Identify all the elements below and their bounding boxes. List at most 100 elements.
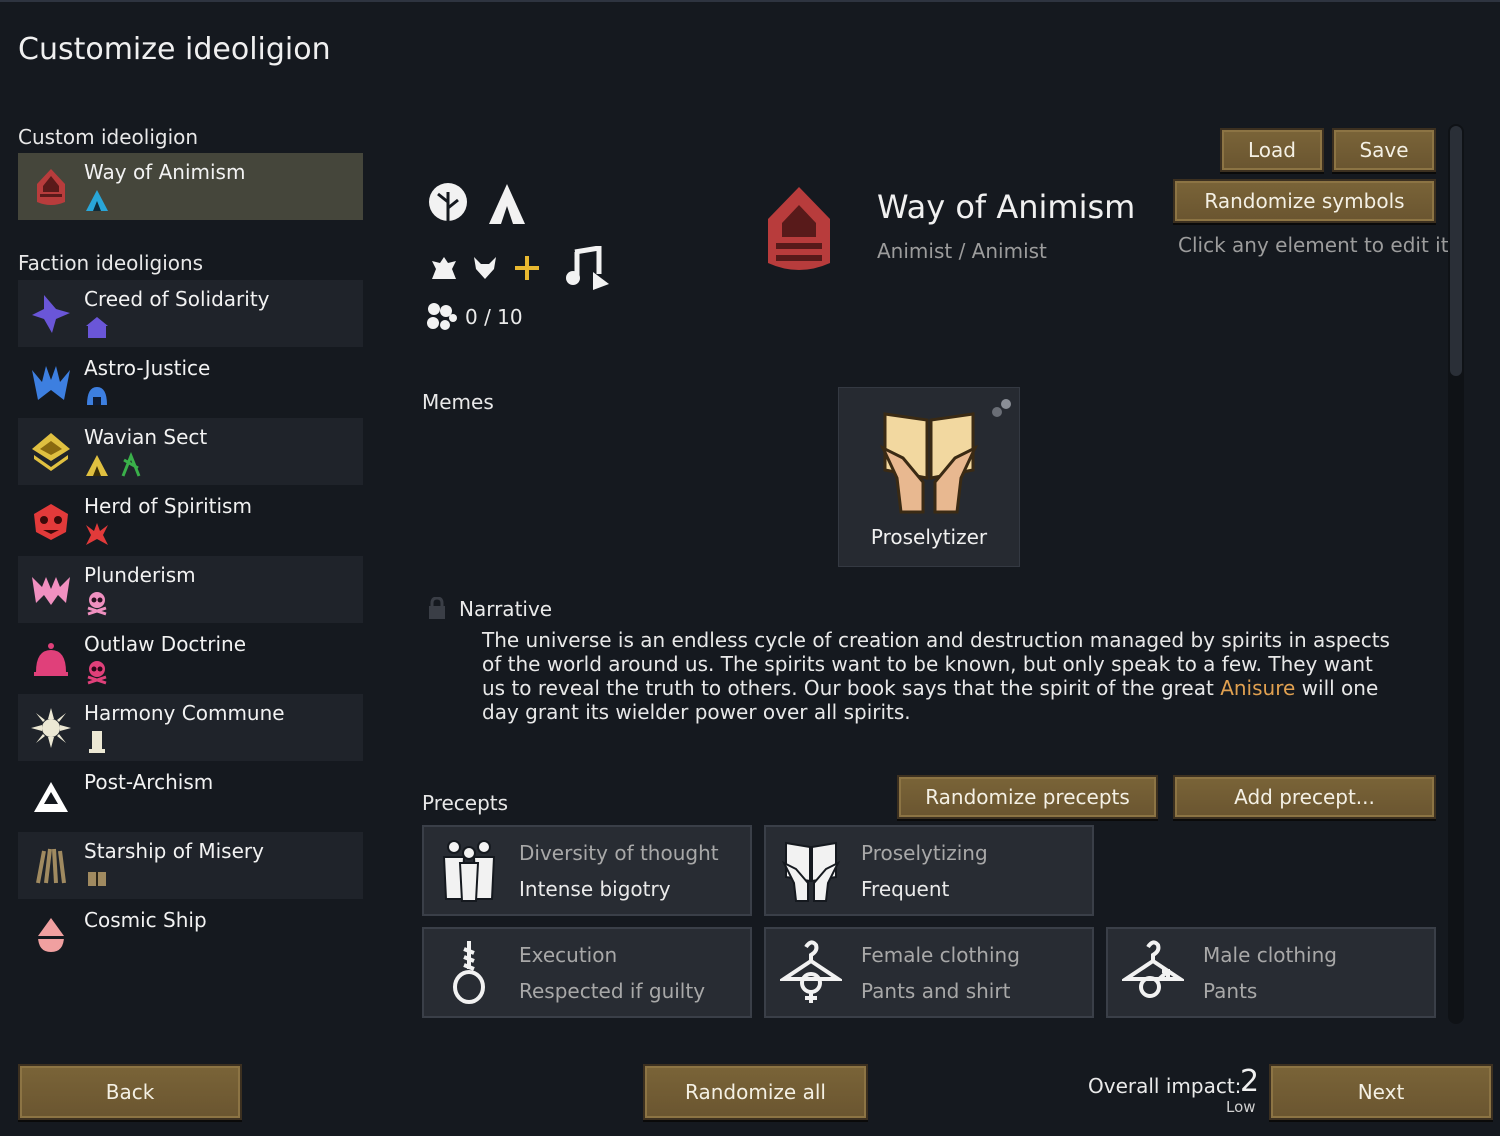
house-icon <box>86 317 108 338</box>
sidebar-item-label: Outlaw Doctrine <box>84 632 247 656</box>
precept-value: Pants and shirt <box>861 979 1011 1003</box>
star-burst-icon <box>32 295 70 333</box>
top-border <box>0 0 1500 2</box>
pillar-icon <box>89 731 105 753</box>
edit-hint: Click any element to edit it <box>1178 233 1449 257</box>
custom-ideoligion-label: Custom ideoligion <box>18 125 199 149</box>
precept-value: Frequent <box>861 877 950 901</box>
sidebar-item-label: Post-Archism <box>84 770 214 794</box>
hanger-male-icon <box>1122 940 1184 998</box>
sidebar-item-cosmic-ship[interactable]: Cosmic Ship <box>18 901 363 968</box>
precept-value: Intense bigotry <box>519 877 671 901</box>
ideoligion-adjective[interactable]: Animist / Animist <box>877 239 1047 263</box>
meme-label: Proselytizer <box>870 525 988 549</box>
drop-icon <box>38 918 64 952</box>
noose-icon <box>453 941 485 1004</box>
bat-wing-icon <box>32 577 70 605</box>
sun-burst-icon <box>31 708 71 748</box>
overall-impact-label: Overall impact: <box>1088 1074 1242 1098</box>
cross-legs-icon <box>121 452 141 477</box>
scrollbar-thumb[interactable] <box>1450 126 1462 376</box>
skull-icon <box>87 592 107 616</box>
save-button[interactable]: Save <box>1332 128 1436 172</box>
meme-card-proselytizer[interactable]: Proselytizer <box>838 387 1020 567</box>
skull-crossbones-icon <box>87 661 107 685</box>
tree-icon[interactable] <box>426 180 470 228</box>
precept-title: Male clothing <box>1203 943 1337 967</box>
sidebar-item-outlaw-doctrine[interactable]: Outlaw Doctrine <box>18 625 363 692</box>
sidebar-item-wavian-sect[interactable]: Wavian Sect <box>18 418 363 485</box>
splat-icon <box>86 523 108 545</box>
tent-icon <box>86 455 108 476</box>
next-button[interactable]: Next <box>1269 1064 1493 1120</box>
book-hands-icon <box>781 841 841 902</box>
precept-female-clothing[interactable]: Female clothing Pants and shirt <box>764 927 1094 1018</box>
plus-icon[interactable] <box>513 254 541 282</box>
precept-title: Diversity of thought <box>519 841 719 865</box>
sidebar-item-label: Wavian Sect <box>84 425 208 449</box>
sidebar-item-symbols <box>84 187 110 213</box>
dome-bell-icon <box>34 643 68 676</box>
precept-diversity-of-thought[interactable]: Diversity of thought Intense bigotry <box>422 825 752 916</box>
page-title: Customize ideoligion <box>18 32 331 67</box>
precept-title: Execution <box>519 943 618 967</box>
randomize-precepts-button[interactable]: Randomize precepts <box>897 775 1158 819</box>
randomize-all-button[interactable]: Randomize all <box>643 1064 868 1120</box>
dome-icon <box>87 387 107 405</box>
narrative-highlight: Anisure <box>1220 676 1296 700</box>
sidebar-item-starship-of-misery[interactable]: Starship of Misery <box>18 832 363 899</box>
sidebar-item-label: Astro-Justice <box>84 356 211 380</box>
sidebar-item-harmony-commune[interactable]: Harmony Commune <box>18 694 363 761</box>
ideoligion-name[interactable]: Way of Animism <box>877 188 1135 226</box>
precept-execution[interactable]: Execution Respected if guilty <box>422 927 752 1018</box>
tent-icon <box>86 190 108 211</box>
member-count: 0 / 10 <box>465 305 523 329</box>
tent-icon[interactable] <box>488 182 526 226</box>
randomize-symbols-button[interactable]: Randomize symbols <box>1173 179 1436 223</box>
talon-icon <box>36 848 66 884</box>
narrative-label: Narrative <box>459 597 553 621</box>
music-note-icon[interactable] <box>563 246 611 292</box>
ideoligion-icon[interactable] <box>766 185 832 277</box>
add-precept-button[interactable]: Add precept... <box>1173 775 1436 819</box>
memes-label: Memes <box>422 390 494 414</box>
precept-title: Proselytizing <box>861 841 988 865</box>
sidebar-item-plunderism[interactable]: Plunderism <box>18 556 363 623</box>
back-button[interactable]: Back <box>18 1064 242 1120</box>
hanger-female-icon <box>780 940 842 1003</box>
gear-icon[interactable] <box>989 396 1013 420</box>
people-cluster-icon <box>427 303 457 330</box>
sidebar-item-label: Way of Animism <box>84 160 246 184</box>
precept-title: Female clothing <box>861 943 1020 967</box>
sidebar-item-label: Creed of Solidarity <box>84 287 270 311</box>
sidebar-item-label: Plunderism <box>84 563 196 587</box>
idol-icon[interactable] <box>430 255 458 283</box>
narrative-text[interactable]: The universe is an endless cycle of crea… <box>482 628 1402 724</box>
open-book-hands-icon <box>879 412 979 514</box>
precept-proselytizing[interactable]: Proselytizing Frequent <box>764 825 1094 916</box>
load-button[interactable]: Load <box>1220 128 1324 172</box>
sidebar-item-way-of-animism[interactable]: Way of Animism <box>18 153 363 220</box>
chevron-stack-icon <box>32 433 70 471</box>
people-group-icon <box>442 840 496 902</box>
sidebar-item-post-archism[interactable]: Post-Archism <box>18 763 363 830</box>
beetle-icon <box>88 872 106 886</box>
sidebar-item-herd-of-spiritism[interactable]: Herd of Spiritism <box>18 487 363 554</box>
sidebar-item-label: Harmony Commune <box>84 701 285 725</box>
sidebar-item-creed-of-solidarity[interactable]: Creed of Solidarity <box>18 280 363 347</box>
overall-impact-level: Low <box>1226 1098 1256 1116</box>
sidebar-item-label: Starship of Misery <box>84 839 264 863</box>
demon-face-icon <box>34 504 68 540</box>
lock-icon[interactable] <box>428 597 446 619</box>
crown-spike-icon <box>32 366 70 400</box>
sidebar-item-astro-justice[interactable]: Astro-Justice <box>18 349 363 416</box>
sidebar-item-label: Herd of Spiritism <box>84 494 252 518</box>
fox-mask-icon[interactable] <box>472 255 498 281</box>
faction-ideoligions-label: Faction ideoligions <box>18 251 204 275</box>
precept-value: Pants <box>1203 979 1258 1003</box>
overall-impact-value: 2 <box>1240 1064 1260 1099</box>
flame-shrine-icon <box>37 169 65 205</box>
triangle-icon <box>34 782 68 812</box>
precept-male-clothing[interactable]: Male clothing Pants <box>1106 927 1436 1018</box>
sidebar-item-label: Cosmic Ship <box>84 908 207 932</box>
